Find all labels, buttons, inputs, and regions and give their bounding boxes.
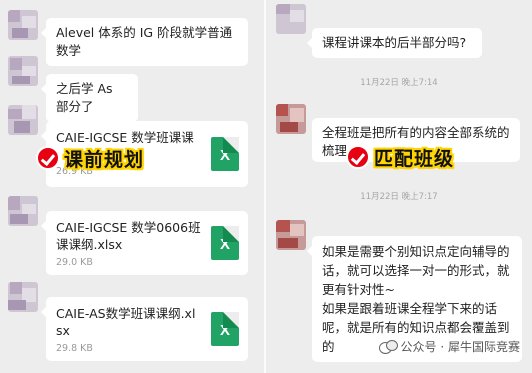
file-card[interactable]: CAIE-AS数学班课课纲.xlsx 29.8 KB X — [41, 297, 248, 361]
contact-avatar[interactable] — [8, 196, 38, 226]
watermark: 公众号 · 犀牛国际竞赛 — [378, 338, 520, 355]
checkmark-badge-icon — [346, 145, 370, 169]
message-bubble[interactable]: 课程讲课本的后半部分吗? — [307, 28, 482, 58]
right-chat-panel: 课程讲课本的后半部分吗? 11月22日 晚上7:14 全程班是把所有的内容全部系… — [266, 0, 532, 373]
contact-avatar[interactable] — [8, 105, 38, 135]
excel-file-icon: X — [211, 312, 239, 346]
file-name: CAIE-AS数学班课课纲.xlsx — [56, 306, 196, 338]
contact-avatar[interactable] — [276, 220, 306, 250]
checkmark-badge-icon — [36, 146, 60, 170]
watermark-text: 公众号 · 犀牛国际竞赛 — [400, 340, 520, 354]
contact-avatar[interactable] — [8, 56, 38, 86]
excel-file-icon: X — [211, 137, 239, 171]
overlay-label: 匹配班级 — [374, 147, 455, 170]
message-bubble[interactable]: Alevel 体系的 IG 阶段就学普通数学 — [41, 18, 248, 66]
timestamp: 11月22日 晚上7:17 — [360, 192, 438, 202]
overlay-label: 课前规划 — [64, 148, 145, 171]
contact-avatar[interactable] — [8, 282, 38, 312]
section-label-overlay: 匹配班级 — [346, 142, 454, 172]
wechat-icon — [378, 339, 398, 354]
contact-avatar[interactable] — [276, 104, 306, 134]
contact-avatar[interactable] — [8, 10, 38, 40]
timestamp: 11月22日 晚上7:14 — [360, 78, 438, 88]
file-card[interactable]: CAIE-IGCSE 数学0606班课课纲.xlsx 29.0 KB X — [41, 211, 248, 275]
file-name: CAIE-IGCSE 数学0606班课课纲.xlsx — [56, 220, 201, 252]
excel-file-icon: X — [211, 226, 239, 260]
left-chat-panel: Alevel 体系的 IG 阶段就学普通数学 之后学 As 部分了 CAIE-I… — [0, 0, 264, 373]
contact-avatar[interactable] — [276, 4, 306, 34]
section-label-overlay: 课前规划 — [36, 143, 144, 173]
message-bubble[interactable]: 之后学 As 部分了 — [41, 74, 138, 122]
